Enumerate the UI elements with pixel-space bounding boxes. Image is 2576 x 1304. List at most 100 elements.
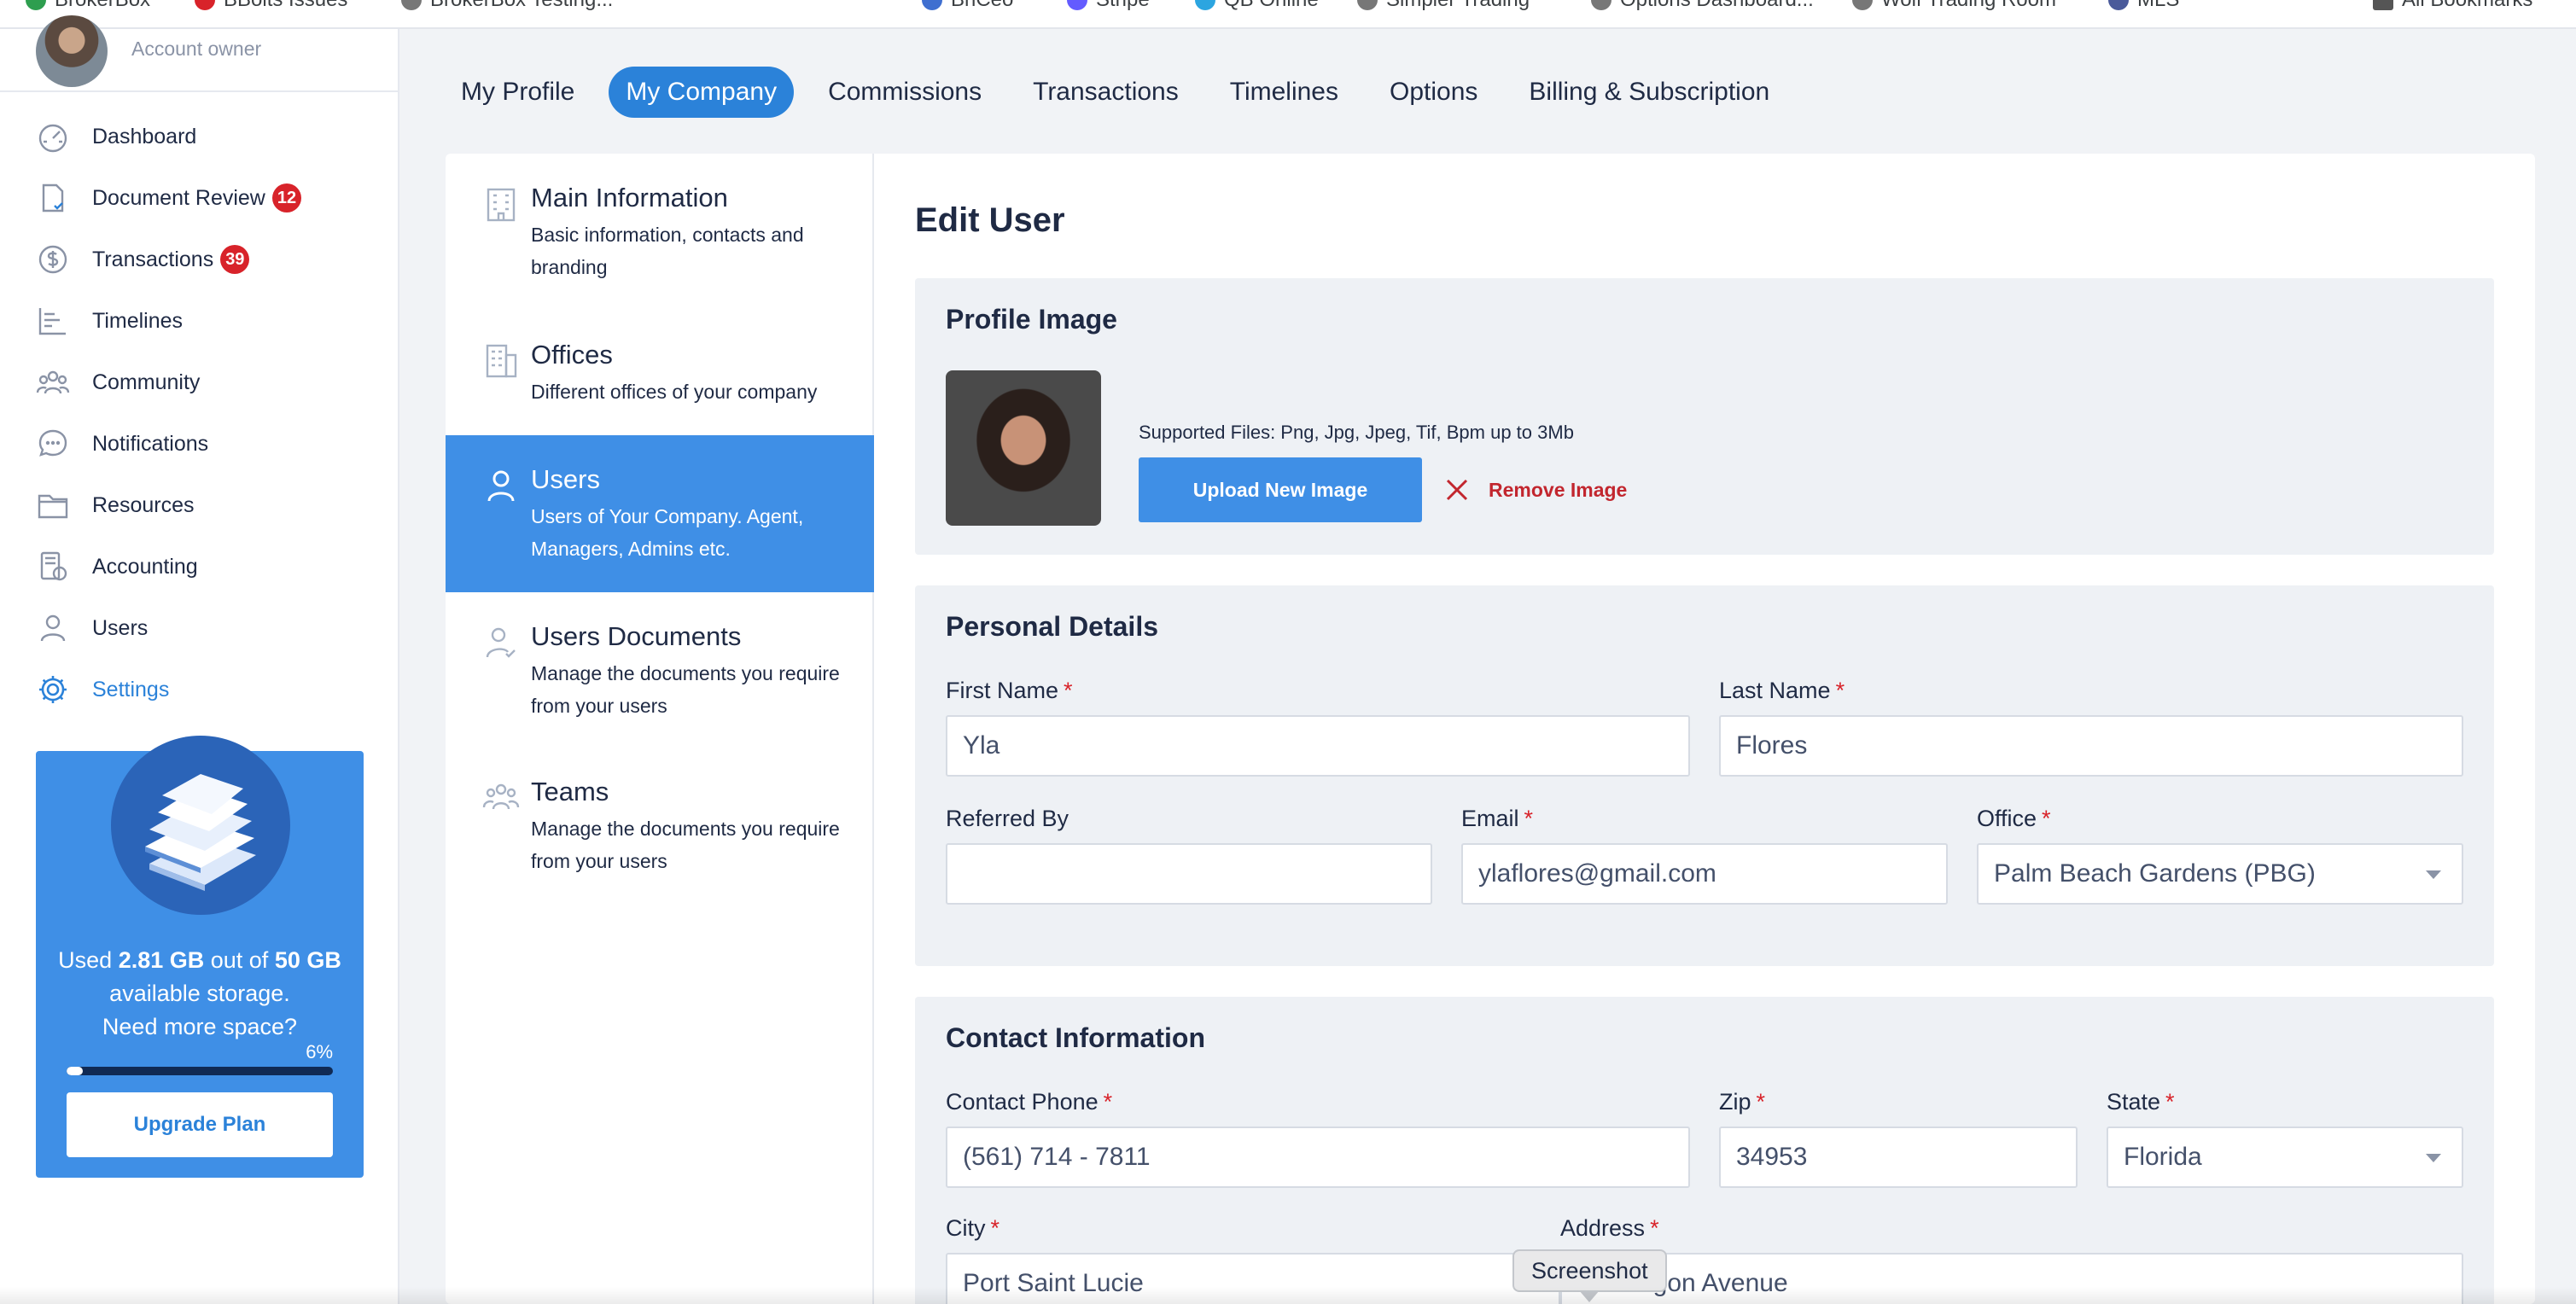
referred-by-label: Referred By	[946, 806, 1069, 831]
sidebar-item-label: Resources	[92, 492, 195, 517]
chevron-down-icon	[2426, 870, 2441, 879]
bookmark[interactable]: BBolts Issues	[195, 0, 347, 12]
user-icon	[487, 470, 515, 502]
sidebar-item-label: Users	[92, 615, 149, 640]
dashboard-icon	[38, 124, 67, 153]
bookmark[interactable]: BrokerBox	[26, 0, 150, 12]
subnav-main-information[interactable]: Main Information Basic information, cont…	[446, 154, 874, 311]
subnav-desc: Different offices of your company	[531, 381, 818, 403]
window-edge-shadow	[0, 1287, 2576, 1304]
subnav-users[interactable]: Users Users of Your Company. Agent, Mana…	[446, 435, 874, 592]
sidebar-item-settings[interactable]: Settings	[0, 659, 398, 720]
folder-icon	[38, 494, 68, 519]
city-label: City *	[946, 1215, 1000, 1241]
team-icon	[482, 783, 520, 810]
tab-transactions[interactable]: Transactions	[1016, 67, 1196, 118]
upgrade-plan-button[interactable]: Upgrade Plan	[67, 1092, 333, 1157]
supported-files-text: Supported Files: Png, Jpg, Jpeg, Tif, Bp…	[1139, 422, 1574, 443]
sidebar-item-label: Document Review	[92, 185, 265, 210]
divider	[0, 90, 398, 92]
last-name-input[interactable]: Flores	[1719, 715, 2463, 777]
sidebar-item-timelines[interactable]: Timelines	[0, 290, 398, 352]
state-select[interactable]: Florida	[2107, 1126, 2463, 1188]
sidebar-item-label: Timelines	[92, 308, 184, 333]
tab-my-company[interactable]: My Company	[609, 67, 795, 118]
tab-billing-subscription[interactable]: Billing & Subscription	[1512, 67, 1786, 118]
tab-my-profile[interactable]: My Profile	[444, 67, 592, 118]
subnav-title: Users Documents	[531, 621, 742, 651]
sidebar-item-community[interactable]: Community	[0, 352, 398, 413]
personal-details-card: Personal Details First Name * Yla Last Na…	[915, 585, 2494, 966]
sidebar-item-resources[interactable]: Resources	[0, 474, 398, 536]
company-subnav: Main Information Basic information, cont…	[446, 154, 874, 1304]
sidebar: Account owner Dashboard Document Review …	[0, 15, 399, 1304]
email-label: Email *	[1461, 806, 1534, 831]
profile-photo	[946, 370, 1101, 526]
office-icon	[486, 344, 517, 378]
first-name-label: First Name *	[946, 678, 1073, 703]
section-title: Profile Image	[946, 304, 1117, 335]
document-review-count-badge: 12	[271, 183, 302, 212]
contact-phone-label: Contact Phone *	[946, 1089, 1113, 1115]
bookmark[interactable]: BrokerBox Testing...	[401, 0, 613, 12]
tab-timelines[interactable]: Timelines	[1213, 67, 1355, 118]
bookmark[interactable]: Simpler Trading	[1357, 0, 1530, 12]
sidebar-item-label: Settings	[92, 677, 170, 701]
subnav-title: Offices	[531, 340, 613, 370]
chevron-down-icon	[2426, 1154, 2441, 1162]
sidebar-item-label: Dashboard	[92, 124, 197, 148]
subnav-users-documents[interactable]: Users Documents Manage the documents you…	[446, 592, 874, 749]
upload-image-button[interactable]: Upload New Image	[1139, 457, 1422, 522]
subnav-desc: Manage the documents you require from yo…	[531, 818, 840, 872]
avatar[interactable]	[36, 15, 108, 87]
address-label: Address *	[1560, 1215, 1659, 1241]
storage-illustration	[111, 736, 290, 915]
building-icon	[487, 188, 516, 222]
bookmark[interactable]: QB Online	[1195, 0, 1319, 12]
sidebar-item-dashboard[interactable]: Dashboard	[0, 106, 398, 167]
user-document-icon	[486, 627, 516, 658]
tab-commissions[interactable]: Commissions	[811, 67, 999, 118]
storage-progress-fill	[67, 1067, 83, 1075]
contact-phone-input[interactable]: (561) 714 - 7811	[946, 1126, 1690, 1188]
office-label: Office *	[1977, 806, 2051, 831]
dollar-icon	[38, 245, 67, 274]
sidebar-item-document-review[interactable]: Document Review 12	[0, 167, 398, 229]
close-icon	[1446, 479, 1468, 501]
subnav-teams[interactable]: Teams Manage the documents you require f…	[446, 748, 874, 905]
bookmark[interactable]: BriCeo	[922, 0, 1013, 12]
bookmark[interactable]: MLS	[2108, 0, 2179, 12]
accounting-icon	[40, 551, 67, 581]
remove-image-button[interactable]: Remove Image	[1444, 457, 1627, 522]
sidebar-item-accounting[interactable]: Accounting	[0, 536, 398, 597]
document-stack-icon	[145, 774, 256, 891]
office-select[interactable]: Palm Beach Gardens (PBG)	[1977, 843, 2463, 905]
last-name-label: Last Name *	[1719, 678, 1845, 703]
state-label: State *	[2107, 1089, 2175, 1115]
first-name-input[interactable]: Yla	[946, 715, 1690, 777]
storage-need-more: Need more space?	[102, 1014, 298, 1039]
bookmark[interactable]: Stripe	[1067, 0, 1150, 12]
sidebar-item-transactions[interactable]: Transactions 39	[0, 229, 398, 290]
referred-by-input[interactable]	[946, 843, 1432, 905]
tab-options[interactable]: Options	[1373, 67, 1495, 118]
storage-used: 2.81 GB	[118, 947, 205, 973]
transactions-count-badge: 39	[220, 245, 250, 274]
storage-card: Used 2.81 GB out of 50 GB available stor…	[36, 736, 364, 1178]
zip-input[interactable]: 34953	[1719, 1126, 2078, 1188]
subnav-desc: Basic information, contacts and branding	[531, 224, 804, 278]
company-settings-panel: Main Information Basic information, cont…	[446, 154, 2535, 1304]
page-title: Edit User	[915, 201, 1065, 239]
storage-usage-text: Used 2.81 GB out of 50 GB available stor…	[58, 947, 341, 1039]
bookmark-all[interactable]: All Bookmarks	[2373, 0, 2532, 12]
community-icon	[36, 370, 70, 394]
sidebar-item-users[interactable]: Users	[0, 597, 398, 659]
subnav-title: Users	[531, 464, 600, 494]
sidebar-item-label: Community	[92, 370, 201, 394]
sidebar-item-notifications[interactable]: Notifications	[0, 413, 398, 474]
email-input[interactable]: ylaflores@gmail.com	[1461, 843, 1948, 905]
settings-tabs: My Profile My Company Commissions Transa…	[444, 67, 1802, 118]
bookmark[interactable]: Wolf Trading Room	[1852, 0, 2056, 12]
bookmark[interactable]: Options Dashboard...	[1591, 0, 1814, 12]
zip-label: Zip *	[1719, 1089, 1766, 1115]
